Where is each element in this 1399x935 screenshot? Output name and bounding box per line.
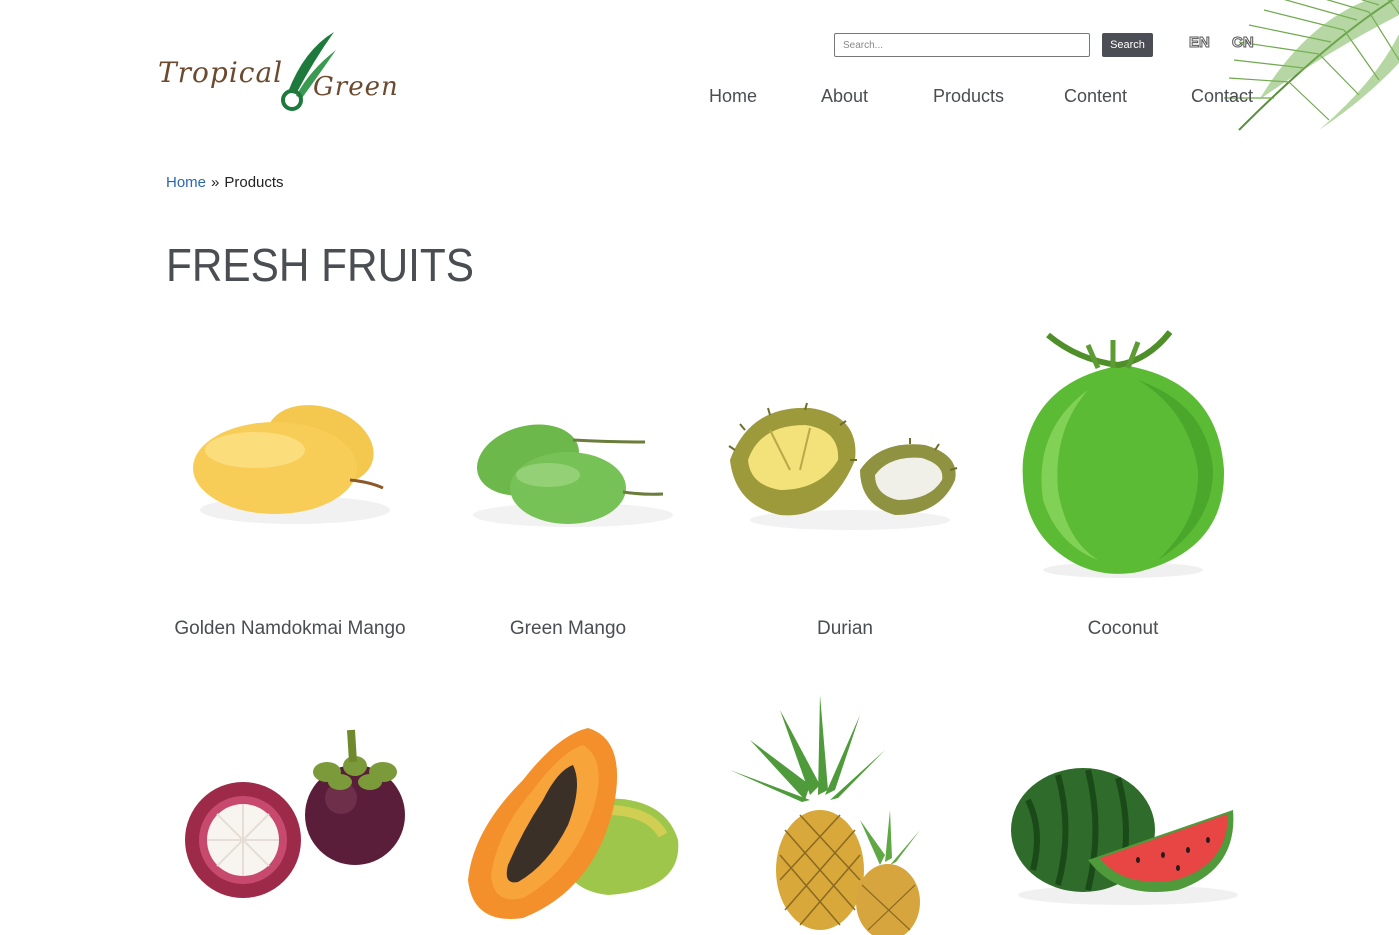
product-name[interactable]: Golden Namdokmai Mango bbox=[155, 618, 425, 640]
nav-home[interactable]: Home bbox=[709, 86, 757, 107]
green-mango-image[interactable] bbox=[433, 320, 703, 580]
watermelon-image[interactable] bbox=[988, 690, 1258, 935]
product-name[interactable]: Green Mango bbox=[433, 618, 703, 640]
page-title: FRESH FRUITS bbox=[166, 239, 474, 291]
nav-contact[interactable]: Contact bbox=[1191, 86, 1253, 107]
language-cn-link[interactable]: CN bbox=[1232, 34, 1255, 52]
golden-mango-image[interactable] bbox=[155, 320, 425, 580]
search-button[interactable]: Search bbox=[1102, 33, 1153, 57]
language-en-link[interactable]: EN bbox=[1189, 34, 1211, 52]
palm-leaf-decoration bbox=[1224, 0, 1399, 131]
logo-text-tropical: Tropical bbox=[158, 56, 284, 89]
coconut-image[interactable] bbox=[988, 320, 1258, 580]
logo-text-green: Green bbox=[313, 72, 399, 102]
nav-products[interactable]: Products bbox=[933, 86, 1004, 107]
breadcrumb: Home » Products bbox=[166, 174, 284, 191]
product-name[interactable]: Coconut bbox=[988, 618, 1258, 640]
breadcrumb-home-link[interactable]: Home bbox=[166, 174, 206, 191]
pineapple-image[interactable] bbox=[710, 690, 980, 935]
nav-content[interactable]: Content bbox=[1064, 86, 1127, 107]
mangosteen-image[interactable] bbox=[155, 690, 425, 935]
product-name[interactable]: Durian bbox=[710, 618, 980, 640]
breadcrumb-current: Products bbox=[224, 174, 284, 191]
durian-image[interactable] bbox=[710, 320, 980, 580]
site-logo[interactable]: Tropical Green bbox=[158, 30, 408, 115]
search-input[interactable] bbox=[834, 33, 1090, 57]
nav-about[interactable]: About bbox=[821, 86, 868, 107]
breadcrumb-separator: » bbox=[211, 174, 220, 191]
papaya-image[interactable] bbox=[433, 690, 703, 935]
